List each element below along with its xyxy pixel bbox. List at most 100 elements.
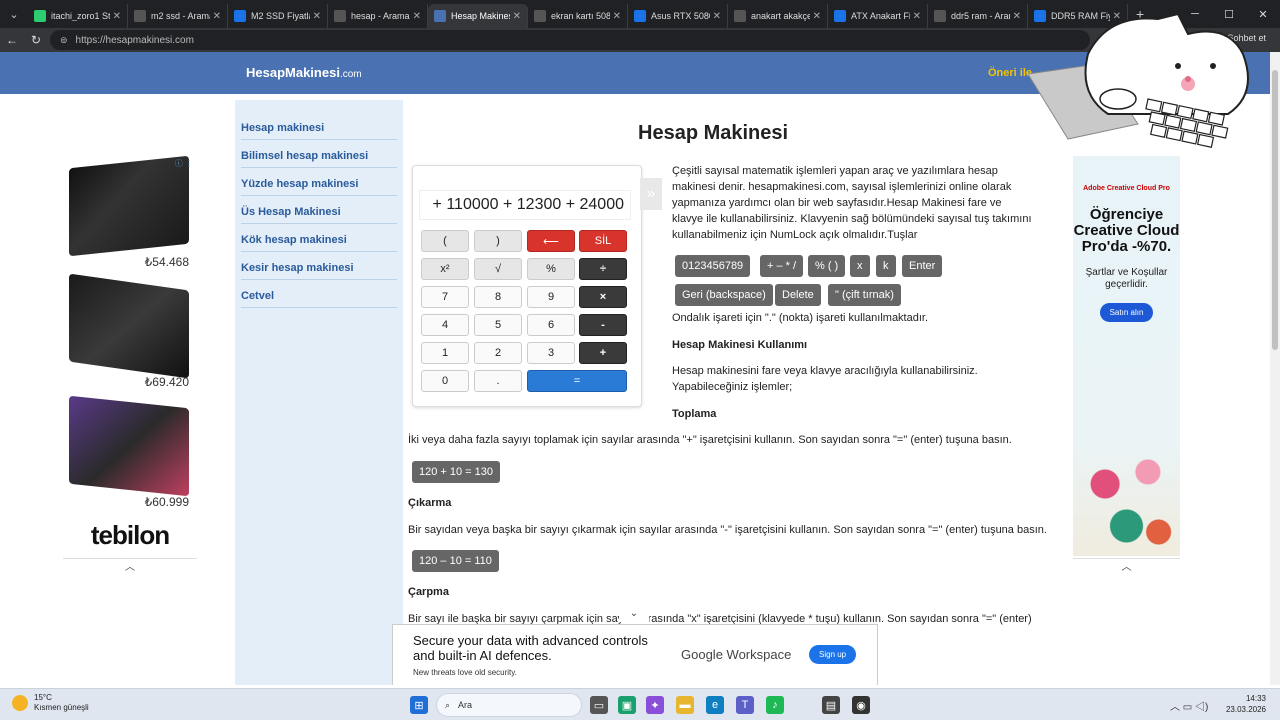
subtraction-text: Bir sayıdan veya başka bir sayıyı çıkarm…	[408, 524, 1047, 536]
adobe-buy-button[interactable]: Satın alın	[1099, 303, 1154, 322]
key-8[interactable]: 8	[474, 286, 522, 308]
calculator-display[interactable]: + 110000 + 12300 + 24000	[419, 190, 631, 220]
sidebar-item-kok[interactable]: Kök hesap makinesi	[241, 226, 397, 252]
sidebar-item-hesap-makinesi[interactable]: Hesap makinesi	[241, 114, 397, 140]
adobe-ad[interactable]: Adobe Creative Cloud Pro Öğrenciye Creat…	[1073, 156, 1180, 556]
tebilon-logo[interactable]: tebilon	[63, 520, 197, 560]
browser-tab[interactable]: itachi_zoro1 Strea✕	[28, 4, 128, 28]
key-7[interactable]: 7	[421, 286, 469, 308]
key-plus[interactable]: +	[579, 342, 627, 364]
check-icon	[634, 10, 646, 22]
tab-close-icon[interactable]: ✕	[913, 11, 921, 22]
key-backspace[interactable]: ⟵	[527, 230, 575, 252]
back-icon[interactable]: ←	[0, 33, 24, 47]
tab-close-icon[interactable]: ✕	[413, 11, 421, 22]
key-sqrt[interactable]: √	[474, 258, 522, 280]
key-dot[interactable]: .	[474, 370, 522, 392]
key-1[interactable]: 1	[421, 342, 469, 364]
browser-tab[interactable]: ddr5 ram - Arama✕	[928, 4, 1028, 28]
check-icon	[834, 10, 846, 22]
system-tray-icons[interactable]: ︿ ▭ ◁)	[1170, 698, 1208, 713]
edge-icon[interactable]: e	[706, 696, 724, 714]
key-divide[interactable]: ÷	[579, 258, 627, 280]
tab-close-icon[interactable]: ✕	[513, 11, 521, 22]
tab-close-icon[interactable]: ✕	[313, 11, 321, 22]
taskbar-search[interactable]: ⌕ Ara	[436, 693, 582, 717]
browser-tab[interactable]: anakart akakçe -✕	[728, 4, 828, 28]
key-equals[interactable]: =	[527, 370, 627, 392]
key-rparen[interactable]: )	[474, 230, 522, 252]
tab-close-icon[interactable]: ✕	[713, 11, 721, 22]
spotify-icon[interactable]: ♪	[766, 696, 784, 714]
browser-tab[interactable]: M2 SSD Fiyatları✕	[228, 4, 328, 28]
obs-icon[interactable]: ◉	[852, 696, 870, 714]
tab-close-icon[interactable]: ✕	[1013, 11, 1021, 22]
store-icon[interactable]: ▣	[618, 696, 636, 714]
expand-arrow-icon[interactable]: »	[640, 178, 662, 210]
windows-start-icon[interactable]: ⊞	[410, 696, 428, 714]
browser-tab[interactable]: Hesap Makinesi ✕	[428, 4, 528, 28]
site-logo[interactable]: HesapMakinesi.com	[246, 65, 362, 80]
key-pill-x: x	[850, 255, 870, 277]
key-6[interactable]: 6	[527, 314, 575, 336]
tab-close-icon[interactable]: ✕	[613, 11, 621, 22]
weather-widget[interactable]: 15°C Kısmen güneşli	[12, 693, 89, 713]
sidebar-item-kesir[interactable]: Kesir hesap makinesi	[241, 254, 397, 280]
reload-icon[interactable]: ↻	[24, 33, 48, 47]
task-view-icon[interactable]: ▭	[590, 696, 608, 714]
sidebar-item-us[interactable]: Üs Hesap Makinesi	[241, 198, 397, 224]
collapse-right-ad-button[interactable]: ︿	[1073, 558, 1180, 573]
key-2[interactable]: 2	[474, 342, 522, 364]
google-workspace-ad[interactable]: Secure your data with advanced controls …	[392, 624, 878, 685]
key-percent[interactable]: %	[527, 258, 575, 280]
tab-close-icon[interactable]: ✕	[213, 11, 221, 22]
key-5[interactable]: 5	[474, 314, 522, 336]
copilot-app-icon[interactable]: ✦	[646, 696, 664, 714]
tab-search-icon[interactable]: ⌄	[0, 0, 28, 28]
store-bag-icon[interactable]: ▤	[822, 696, 840, 714]
key-clear[interactable]: SİL	[579, 230, 627, 252]
key-multiply[interactable]: ×	[579, 286, 627, 308]
browser-tab[interactable]: Asus RTX 5080 R✕	[628, 4, 728, 28]
tab-close-icon[interactable]: ✕	[113, 11, 121, 22]
browser-tab[interactable]: m2 ssd - Arama ✕	[128, 4, 228, 28]
browser-tab[interactable]: ekran kartı 5080 ✕	[528, 4, 628, 28]
ad-signup-button[interactable]: Sign up	[809, 645, 857, 664]
suggestion-link[interactable]: Öneri ile	[988, 67, 1032, 79]
gpu-ad-3[interactable]: ₺60.999	[63, 395, 197, 513]
ad-price: ₺60.999	[144, 495, 189, 509]
ad-collapse-chevron-icon[interactable]: ⌄	[619, 608, 649, 622]
tab-close-icon[interactable]: ✕	[813, 11, 821, 22]
intro-text: Çeşitli sayısal matematik işlemleri yapa…	[672, 165, 1032, 241]
sidebar-item-yuzde[interactable]: Yüzde hesap makinesi	[241, 170, 397, 196]
key-square[interactable]: x²	[421, 258, 469, 280]
search-icon	[134, 10, 146, 22]
site-info-icon[interactable]: ⊜	[60, 35, 68, 46]
key-lparen[interactable]: (	[421, 230, 469, 252]
subtraction-example: 120 – 10 = 110	[412, 550, 499, 572]
sidebar-item-bilimsel[interactable]: Bilimsel hesap makinesi	[241, 142, 397, 168]
key-4[interactable]: 4	[421, 314, 469, 336]
gpu-ad-2[interactable]: ₺69.420	[63, 273, 197, 393]
tab-label: m2 ssd - Arama	[151, 11, 210, 21]
gpu-ad-1[interactable]: ⓘ ⋮ ₺54.468	[63, 155, 197, 273]
search-icon	[534, 10, 546, 22]
address-bar[interactable]: ⊜ https://hesapmakinesi.com	[50, 30, 1090, 50]
teams-icon[interactable]: T	[736, 696, 754, 714]
browser-tab[interactable]: ATX Anakart Fiyat✕	[828, 4, 928, 28]
key-3[interactable]: 3	[527, 342, 575, 364]
collapse-ad-button[interactable]: ︿	[63, 558, 197, 573]
ad-info-icon[interactable]: ⓘ ⋮	[175, 158, 193, 169]
tab-label: Hesap Makinesi	[451, 11, 510, 21]
key-9[interactable]: 9	[527, 286, 575, 308]
key-0[interactable]: 0	[421, 370, 469, 392]
key-minus[interactable]: -	[579, 314, 627, 336]
clock[interactable]: 14:33 23.03.2026	[1226, 693, 1266, 715]
browser-tab[interactable]: hesap - Arama ✕	[328, 4, 428, 28]
ad-price: ₺69.420	[144, 375, 189, 389]
ad-headline: Secure your data with advanced controls …	[413, 633, 648, 663]
weather-desc: Kısmen güneşli	[34, 703, 89, 712]
file-explorer-icon[interactable]: ▬	[676, 696, 694, 714]
sidebar-item-cetvel[interactable]: Cetvel	[241, 282, 397, 308]
key-pill-backspace: Geri (backspace)	[675, 284, 773, 306]
